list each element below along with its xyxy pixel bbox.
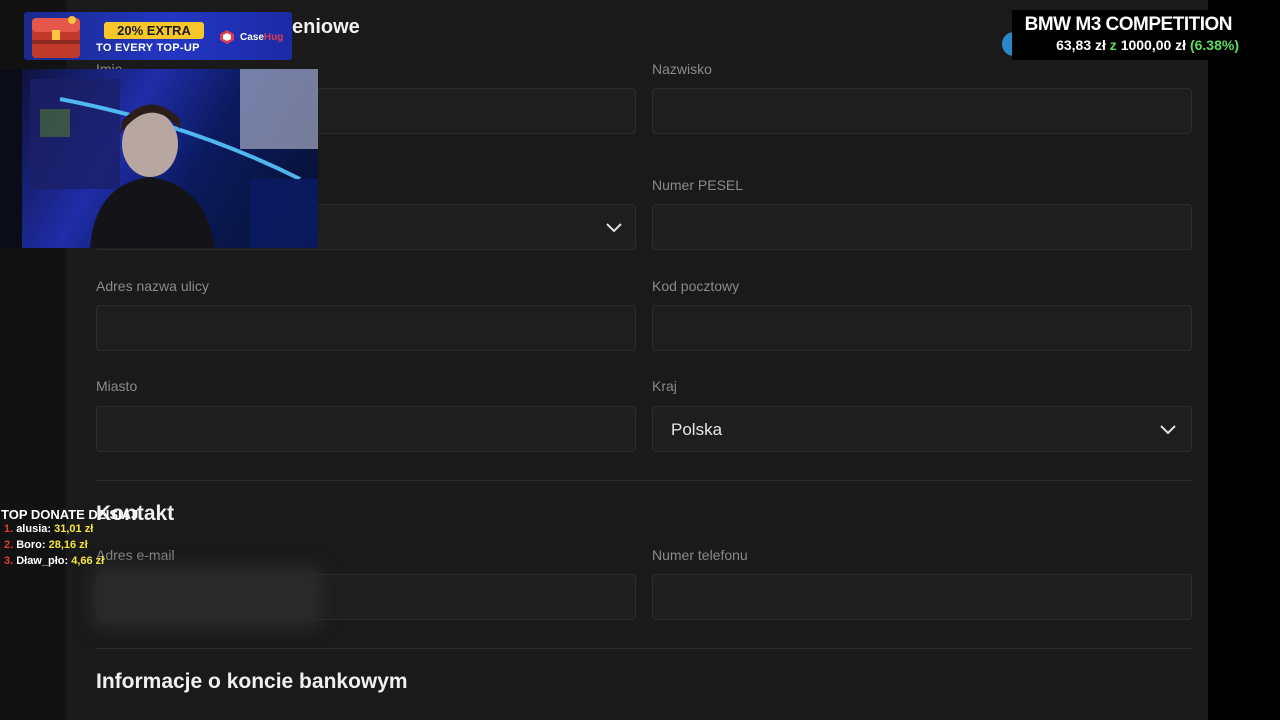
postal-code-field[interactable]: [652, 305, 1192, 351]
last-name-field[interactable]: [652, 88, 1192, 134]
city-field[interactable]: [96, 406, 636, 452]
label-email: Adres e-mail: [96, 547, 175, 563]
casehug-logo-icon: [220, 30, 234, 44]
right-dark-strip: [1208, 0, 1280, 720]
section-personal-title: eniowe: [292, 16, 360, 38]
goal-amount: 63,83 zł z 1000,00 zł (6.38%): [1056, 37, 1239, 53]
section-divider: [96, 480, 1192, 481]
promo-headline: 20% EXTRA: [104, 22, 204, 39]
section-bank-title: Informacje o koncie bankowym: [96, 670, 408, 693]
label-phone: Numer telefonu: [652, 547, 748, 563]
label-last-name: Nazwisko: [652, 61, 712, 77]
country-select-value: Polska: [671, 420, 723, 439]
country-select[interactable]: Polska: [652, 406, 1192, 452]
street-field[interactable]: [96, 305, 636, 351]
promo-banner: 20% EXTRA TO EVERY TOP-UP CaseHug: [24, 12, 292, 60]
section-divider: [96, 648, 1192, 649]
label-street: Adres nazwa ulicy: [96, 278, 209, 294]
webcam-feed: [0, 69, 318, 248]
webcam-scene: [0, 69, 318, 248]
top-donate-title: TOP DONATE DZISIAJ: [1, 507, 139, 522]
blurred-email-value: [92, 566, 322, 628]
donate-entry: 2. Boro: 28,16 zł: [4, 539, 88, 551]
donate-entry: 1. alusia: 31,01 zł: [4, 523, 94, 535]
chevron-down-icon: [605, 222, 623, 234]
chevron-down-icon: [1159, 424, 1177, 436]
pesel-field[interactable]: [652, 204, 1192, 250]
label-city: Miasto: [96, 378, 138, 394]
label-pesel: Numer PESEL: [652, 177, 744, 193]
label-postal-code: Kod pocztowy: [652, 278, 740, 294]
promo-subline: TO EVERY TOP-UP: [96, 42, 200, 54]
label-country: Kraj: [652, 378, 677, 394]
phone-field[interactable]: [652, 574, 1192, 620]
promo-brand: CaseHug: [240, 32, 284, 43]
donate-entry: 3. Dław_pło: 4,66 zł: [4, 555, 105, 567]
goal-title: BMW M3 COMPETITION: [1024, 14, 1233, 35]
treasure-chest-icon: [32, 16, 80, 58]
donation-goal: BMW M3 COMPETITION 63,83 zł z 1000,00 zł…: [1012, 10, 1252, 60]
